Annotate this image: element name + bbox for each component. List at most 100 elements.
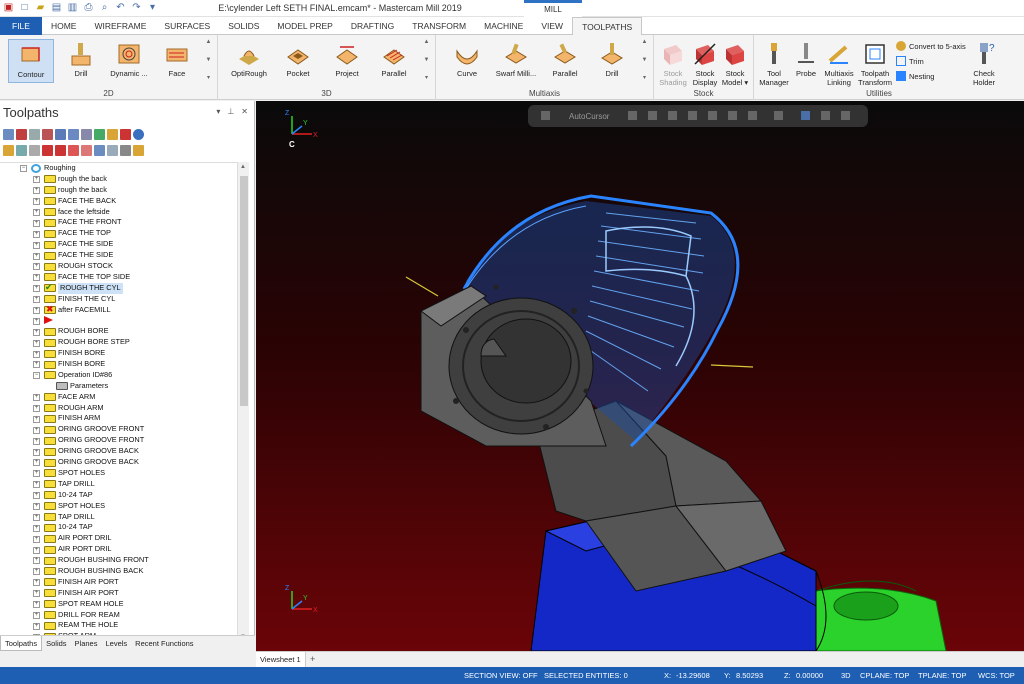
expand-icon[interactable]: + [33,263,40,271]
insert-arrow-icon[interactable] [44,316,53,325]
stock-model-button[interactable]: Stock Model ▾ [718,39,752,87]
expand-icon[interactable]: + [33,546,40,554]
expand-icon[interactable]: + [33,252,40,260]
tree-operation-item[interactable]: + ROUGH BORE [0,326,237,337]
gallery-scroll-multiaxis[interactable]: ▲ ▼ ▾ [640,39,649,81]
expand-icon[interactable]: + [33,219,40,227]
parallel-3d-button[interactable]: Parallel [371,39,417,83]
expand-icon[interactable]: + [33,285,40,293]
tab-solids[interactable]: SOLIDS [219,17,268,35]
panel-tab-solids[interactable]: Solids [42,636,70,651]
expand-icon[interactable]: + [33,230,40,238]
scroll-up-icon[interactable]: ▲ [240,164,246,170]
tree-operation-item[interactable]: + TAP DRILL [0,479,237,490]
tab-drafting[interactable]: DRAFTING [342,17,403,35]
tab-transform[interactable]: TRANSFORM [403,17,475,35]
tree-operation-item[interactable]: + ✖ after FACEMILL [0,304,237,316]
expand-icon[interactable]: + [33,535,40,543]
expand-icon[interactable]: + [33,568,40,576]
backplot-icon[interactable] [81,128,92,140]
pin-icon[interactable]: ⊥ [227,107,234,116]
nesting-button[interactable]: Nesting [896,71,934,81]
cplane-status[interactable]: CPLANE: TOP [860,671,909,680]
panel-tab-toolpaths[interactable]: Toolpaths [0,636,43,651]
tree-operation-item[interactable]: + FINISH THE CYL [0,294,237,305]
dynamic-button[interactable]: Dynamic ... [106,39,152,83]
toggle-display-icon[interactable] [16,144,27,156]
expand-icon[interactable]: + [33,579,40,587]
expand-icon[interactable]: + [33,361,40,369]
expand-icon[interactable]: + [33,470,40,478]
tree-operation-item[interactable]: + ✔ ROUGH THE CYL [0,282,237,294]
expand-icon[interactable]: + [33,426,40,434]
tree-operation-item[interactable]: + FINISH AIR PORT [0,577,237,588]
multiaxis-linking-button[interactable]: Multiaxis Linking [820,39,858,87]
expand-icon[interactable]: + [33,187,40,195]
drill-button[interactable]: Drill [58,39,104,83]
expand-icon[interactable]: + [33,274,40,282]
tree-operation-item[interactable]: + ROUGH BUSHING BACK [0,566,237,577]
tree-operation-item[interactable]: + FACE THE SIDE [0,239,237,250]
scroll-thumb[interactable] [240,176,248,406]
probe-button[interactable]: Probe [790,39,822,83]
insert-arrow-icon[interactable] [68,144,79,156]
drill-multiaxis-button[interactable]: Drill [589,39,635,83]
tree-operation-item[interactable]: Parameters [0,381,237,392]
tree-operation-item[interactable]: + AIR PORT DRIL [0,533,237,544]
expand-icon[interactable]: + [33,481,40,489]
tree-operation-item[interactable]: + [0,315,237,326]
single-display-icon[interactable] [94,144,105,156]
z-coordinate[interactable]: 0.00000 [796,671,823,680]
tree-operation-item[interactable]: + ORING GROOVE BACK [0,446,237,457]
panel-tab-recent-functions[interactable]: Recent Functions [131,636,197,651]
close-icon[interactable]: ✕ [241,107,248,116]
optirough-button[interactable]: OptiRough [226,39,272,83]
post-icon[interactable] [94,128,105,140]
expand-icon[interactable]: + [33,415,40,423]
expand-icon[interactable]: + [33,459,40,467]
tab-machine[interactable]: MACHINE [475,17,532,35]
select-all-icon[interactable] [3,128,14,140]
collapse-icon[interactable]: − [20,165,27,173]
tree-root-group[interactable]: − Roughing [0,163,237,174]
trim-button[interactable]: Trim [896,56,924,66]
tab-home[interactable]: HOME [42,17,86,35]
tree-operation-item[interactable]: + face the leftside [0,207,237,218]
move-up-icon[interactable] [55,144,66,156]
expand-icon[interactable]: + [33,503,40,510]
tree-operation-item[interactable]: + FINISH ARM [0,413,237,424]
tree-operation-item[interactable]: + rough the back [0,185,237,196]
highfeed-icon[interactable] [107,128,118,140]
tree-operation-item[interactable]: +10-24 TAP [0,490,237,501]
expand-icon[interactable]: + [33,492,40,500]
expand-icon[interactable]: + [33,198,40,206]
check-holder-button[interactable]: ? Check Holder [966,39,1002,87]
tree-operation-item[interactable]: + SPOT HOLES [0,468,237,479]
tree-operation-item[interactable]: + FACE THE BACK [0,196,237,207]
toolpath-transform-button[interactable]: Toolpath Transform [856,39,894,87]
expand-icon[interactable]: + [33,590,40,598]
settings-icon[interactable] [133,144,144,156]
regenerate-dirty-icon[interactable] [42,128,53,140]
expand-icon[interactable]: + [33,601,40,609]
select-failed-icon[interactable] [16,128,27,140]
tab-toolpaths[interactable]: TOOLPATHS [572,17,643,36]
tree-operation-item[interactable]: + FACE THE TOP [0,228,237,239]
panel-tab-planes[interactable]: Planes [71,636,102,651]
tree-operation-item[interactable]: + ROUGH ARM [0,403,237,414]
tree-operation-item[interactable]: + ROUGH BORE STEP [0,337,237,348]
tree-operation-item[interactable]: + FINISH BORE [0,359,237,370]
expand-icon[interactable]: + [33,208,40,216]
tree-operation-item[interactable]: + ORING GROOVE FRONT [0,435,237,446]
panel-tab-levels[interactable]: Levels [101,636,131,651]
help-icon[interactable] [133,128,144,140]
curve-button[interactable]: Curve [444,39,490,83]
scroll-to-insert-icon[interactable] [81,144,92,156]
expand-icon[interactable]: + [33,448,40,456]
pocket-button[interactable]: Pocket [275,39,321,83]
expand-icon[interactable]: + [33,404,40,412]
tree-operation-item[interactable]: + ROUGH STOCK [0,261,237,272]
expand-icon[interactable]: + [33,339,40,347]
lock-icon[interactable] [3,144,14,156]
tree-operation-item[interactable]: + REAM THE HOLE [0,620,237,631]
